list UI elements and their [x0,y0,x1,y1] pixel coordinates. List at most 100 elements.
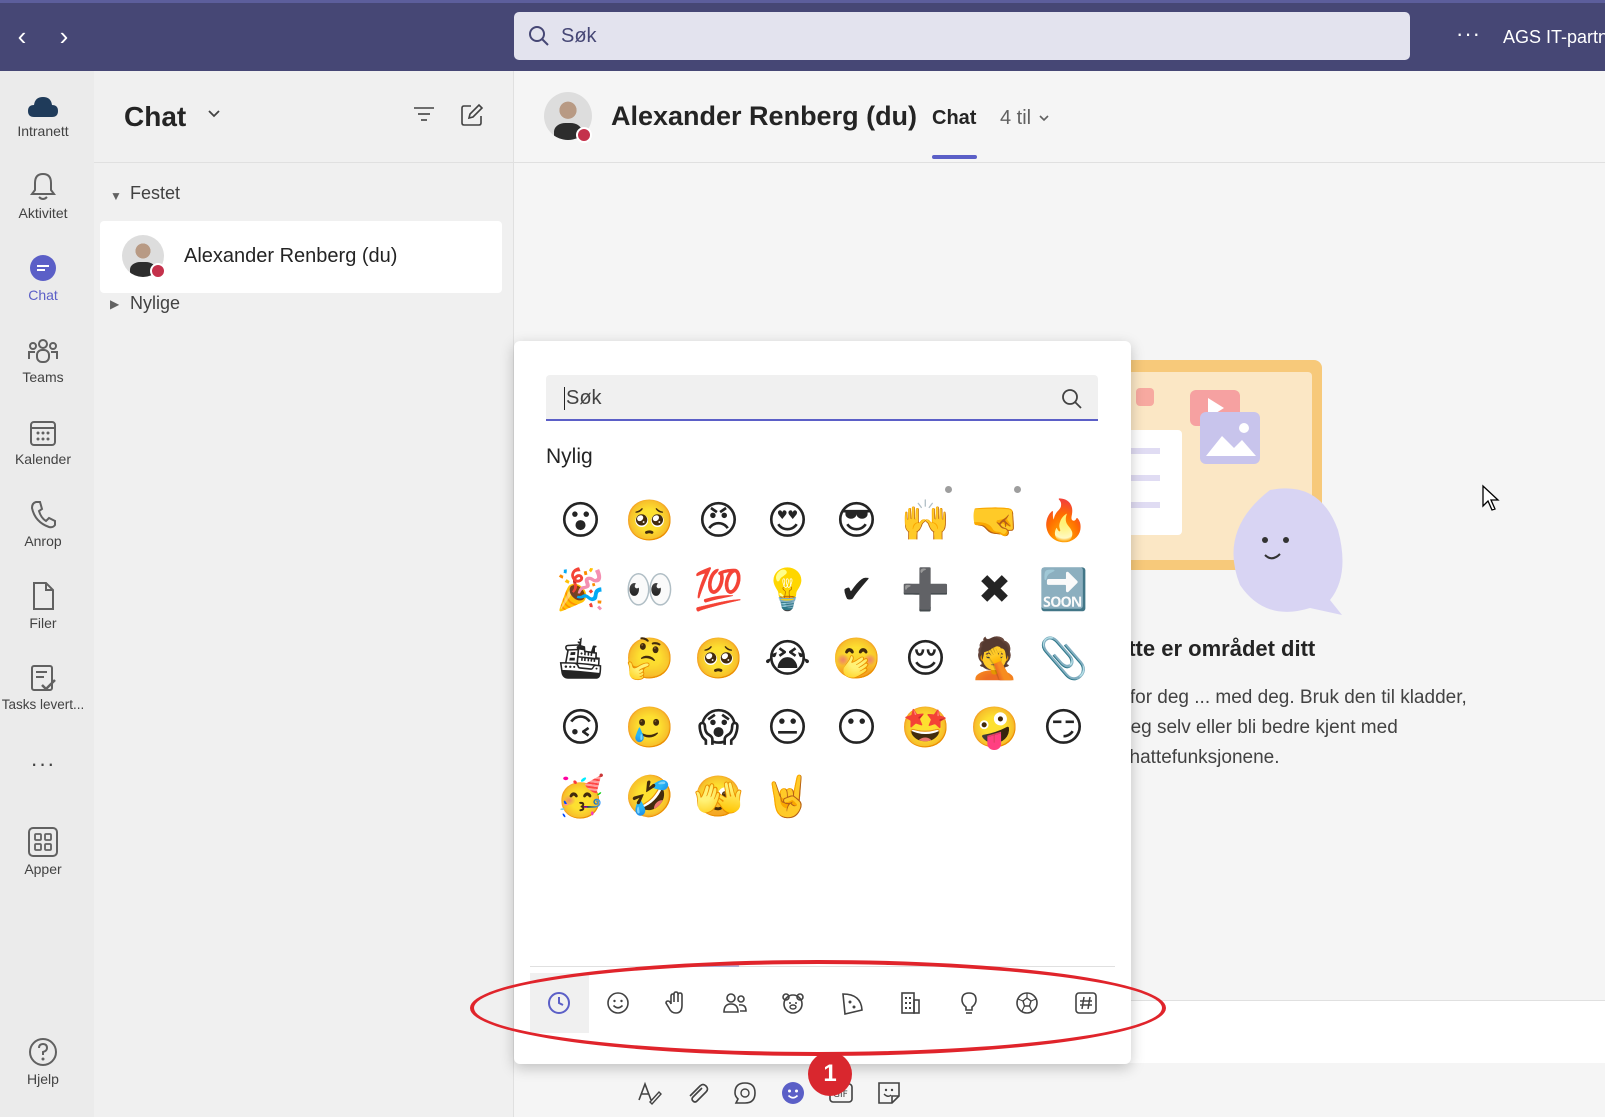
emoji-item[interactable]: 🙃 [546,693,615,762]
rail-more-button[interactable]: ··· [0,751,86,777]
rail-item-hjelp[interactable]: Hjelp [0,1033,86,1087]
chevron-down-icon [1039,115,1049,122]
forward-button[interactable]: › [52,23,76,51]
compose-icon[interactable] [460,103,484,127]
emoji-item[interactable]: 🥺 [684,624,753,693]
filter-icon[interactable] [412,104,436,124]
message-compose-box[interactable] [1100,1000,1605,1063]
emoji-picker-panel: Søk Nylig 😮 🥺 😠 😍 😎 🙌 🤜 🔥 🎉 👀 💯 💡 ✔ ➕ ✖ 🔜 🛳 🤔 🥺 😭 🤭 😌 🤦 📎 🙃 🥲 😱 😐 😶 🤩… [514,341,1131,1064]
tab-more-dropdown[interactable]: 4 til [1000,107,1051,130]
emoji-section-title: Nylig [546,445,593,468]
pinned-group-label[interactable]: Festet [130,183,180,204]
emoji-item[interactable]: 🤜 [960,486,1029,555]
caret-down-icon[interactable]: ▼ [110,189,122,203]
emoji-item[interactable]: 😎 [822,486,891,555]
rail-label: Hjelp [27,1071,59,1087]
chat-list-header: Chat [94,71,514,163]
chat-list-item[interactable]: Alexander Renberg (du) [100,221,502,293]
apps-icon [0,823,86,857]
empty-state-line: chattefunksjonene. [1120,747,1280,768]
emoji-item[interactable]: 🤣 [615,762,684,831]
emoji-item[interactable]: 🔜 [1029,555,1098,624]
rail-item-anrop[interactable]: Anrop [0,495,86,549]
rail-item-kalender[interactable]: Kalender [0,413,86,467]
emoji-item[interactable]: 🤦 [960,624,1029,693]
sticker-button[interactable] [876,1080,902,1106]
rail-item-apper[interactable]: Apper [0,823,86,877]
rail-label: Aktivitet [18,205,68,221]
emoji-item[interactable]: ✖ [960,555,1029,624]
format-button[interactable] [636,1080,662,1106]
active-tab-indicator [932,155,977,159]
more-options-button[interactable]: ··· [1456,21,1481,47]
emoji-item[interactable]: 😠 [684,486,753,555]
emoji-item[interactable]: 👀 [615,555,684,624]
chevron-down-icon[interactable] [206,105,222,121]
rail-item-filer[interactable]: Filer [0,577,86,631]
sticker-icon [878,1082,900,1104]
tab-chat[interactable]: Chat [932,107,976,130]
rail-label: Kalender [14,451,72,467]
emoji-item[interactable]: 🤔 [615,624,684,693]
format-icon [638,1081,662,1106]
presence-busy-icon [576,127,592,143]
emoji-item[interactable]: 🤩 [891,693,960,762]
emoji-search-placeholder: Søk [564,387,602,410]
rail-item-teams[interactable]: Teams [0,331,86,385]
back-button[interactable]: ‹ [10,23,34,51]
loop-button[interactable] [732,1080,758,1106]
emoji-search-input[interactable]: Søk [546,375,1098,421]
emoji-button[interactable] [780,1080,806,1106]
emoji-item[interactable]: 🤭 [822,624,891,693]
emoji-item[interactable]: 🙌 [891,486,960,555]
rail-item-intranett[interactable]: Intranett [0,85,86,139]
chat-list-pane: Chat ▼ Festet Alexander Renberg (du) ▶ N… [94,71,514,1117]
emoji-item[interactable]: 😏 [1029,693,1098,762]
org-switcher[interactable]: AGS IT-partner [1503,27,1605,48]
emoji-item[interactable]: 🤘 [753,762,822,831]
caret-right-icon[interactable]: ▶ [110,297,119,311]
empty-state-title: ette er området ditt [1116,636,1316,661]
emoji-item[interactable]: 😐 [753,693,822,762]
attach-button[interactable] [684,1080,710,1106]
emoji-item[interactable]: 📎 [1029,624,1098,693]
paperclip-icon [689,1083,709,1103]
conversation-title: Alexander Renberg (du) [611,101,918,131]
search-icon [529,26,549,46]
emoji-item[interactable]: 🥺 [615,486,684,555]
rail-label: Filer [29,615,57,631]
chat-item-name: Alexander Renberg (du) [184,245,398,267]
chat-list-title[interactable]: Chat [124,101,186,133]
emoji-item[interactable]: 💡 [753,555,822,624]
emoji-item[interactable]: 🫣 [684,762,753,831]
rail-item-tasks[interactable]: Tasks levert... [0,659,86,712]
teams-icon [0,331,86,365]
global-search-input[interactable]: Søk [514,12,1410,60]
empty-state-line: e for deg ... med deg. Bruk den til klad… [1114,687,1467,708]
emoji-item[interactable]: 😱 [684,693,753,762]
emoji-item[interactable]: 😮 [546,486,615,555]
emoji-item[interactable]: 😍 [753,486,822,555]
rail-label: Chat [28,287,58,303]
emoji-item[interactable]: 💯 [684,555,753,624]
recent-group-label[interactable]: Nylige [130,293,180,314]
emoji-item[interactable]: 🛳 [546,624,615,693]
emoji-item[interactable]: ✔ [822,555,891,624]
skin-tone-indicator [945,486,952,493]
file-icon [0,577,86,611]
presence-busy-icon [150,263,166,279]
emoji-item[interactable]: 🤪 [960,693,1029,762]
emoji-item[interactable]: 😶 [822,693,891,762]
emoji-item[interactable]: 🥲 [615,693,684,762]
help-icon [0,1033,86,1067]
emoji-icon [782,1082,804,1104]
emoji-item[interactable]: ➕ [891,555,960,624]
emoji-item[interactable]: 😭 [753,624,822,693]
emoji-item[interactable]: 🔥 [1029,486,1098,555]
rail-item-aktivitet[interactable]: Aktivitet [0,167,86,221]
bell-icon [0,167,86,201]
emoji-item[interactable]: 🎉 [546,555,615,624]
emoji-item[interactable]: 😌 [891,624,960,693]
emoji-item[interactable]: 🥳 [546,762,615,831]
rail-item-chat[interactable]: Chat [0,249,86,303]
